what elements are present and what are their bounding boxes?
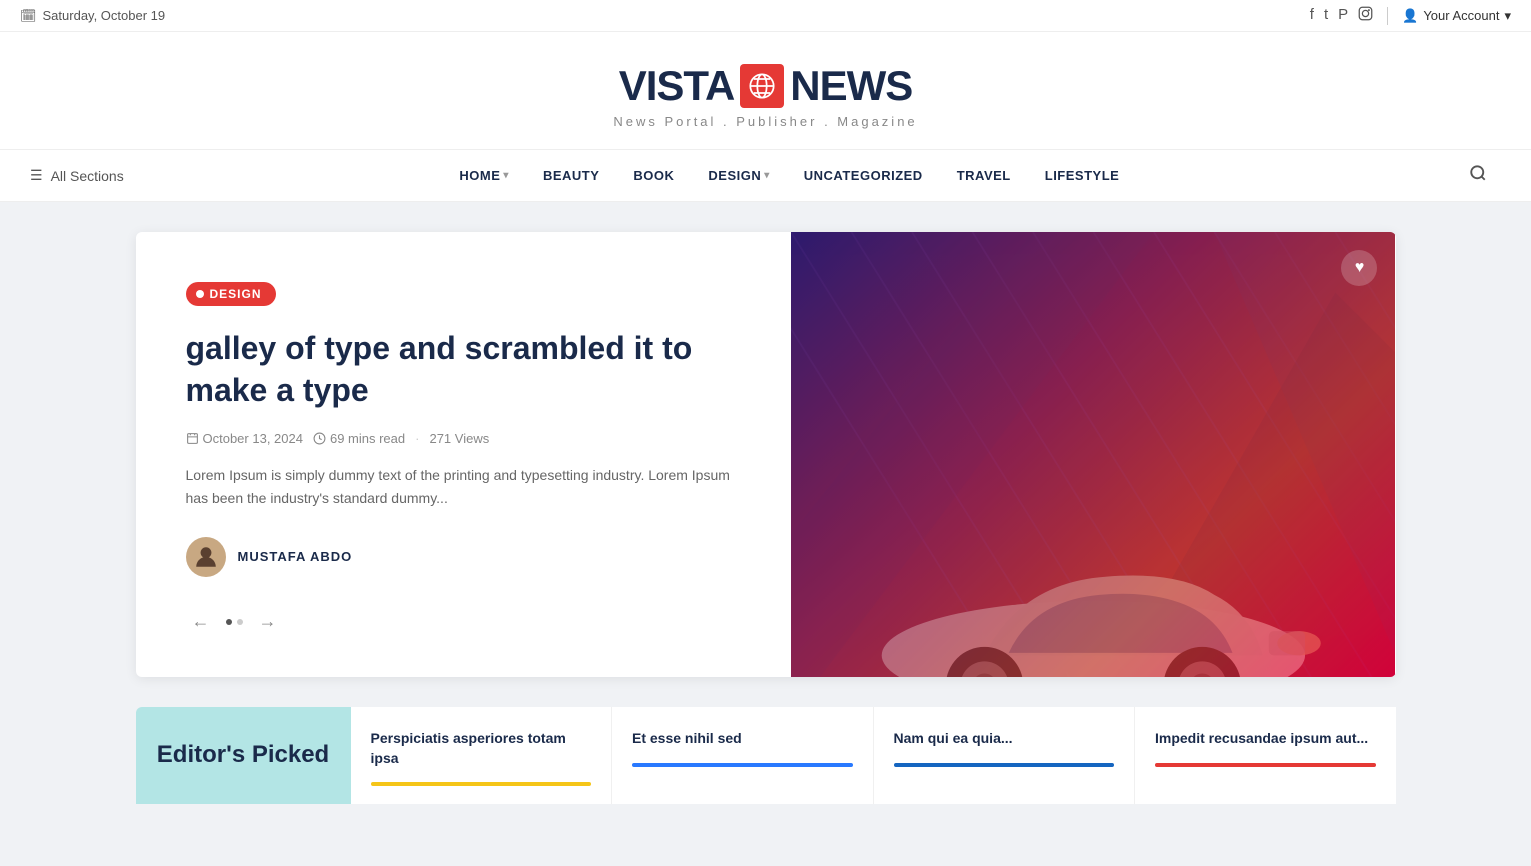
category-badge[interactable]: DESIGN: [186, 282, 276, 306]
twitter-icon[interactable]: t: [1324, 6, 1328, 25]
editors-items: Perspiciatis asperiores totam ipsa Et es…: [351, 707, 1396, 804]
logo-vista: VISTA: [619, 62, 735, 110]
featured-excerpt: Lorem Ipsum is simply dummy text of the …: [186, 464, 741, 509]
editors-item-3: Nam qui ea quia...: [874, 707, 1136, 804]
editors-item-1: Perspiciatis asperiores totam ipsa: [351, 707, 613, 804]
editors-item-2: Et esse nihil sed: [612, 707, 874, 804]
editors-item-4: Impedit recusandae ipsum aut...: [1135, 707, 1396, 804]
nav-item-travel[interactable]: TRAVEL: [941, 152, 1027, 199]
author-row: MUSTAFA ABDO: [186, 537, 741, 577]
editors-item-title-2: Et esse nihil sed: [632, 729, 853, 749]
nav-center: HOME ▾ BEAUTY BOOK DESIGN ▾ UNCATEGORIZE…: [443, 152, 1135, 199]
nav-label-home: HOME: [459, 168, 500, 183]
nav-item-beauty[interactable]: BEAUTY: [527, 152, 615, 199]
all-sections-button[interactable]: ☰ All Sections: [30, 153, 124, 198]
featured-card: DESIGN galley of type and scrambled it t…: [136, 232, 1396, 677]
top-bar-right: f t P 👤 Your Account ▾: [1310, 6, 1511, 25]
main-content: DESIGN galley of type and scrambled it t…: [116, 232, 1416, 804]
logo-globe-box: [740, 64, 784, 108]
meta-read-time: 69 mins read: [313, 431, 405, 446]
user-icon: 👤: [1402, 8, 1418, 24]
slider-controls: ← →: [186, 607, 741, 637]
featured-image-side: ♥: [791, 232, 1396, 677]
nav-bar: ☰ All Sections HOME ▾ BEAUTY BOOK DESIGN…: [0, 149, 1531, 202]
nav-item-uncategorized[interactable]: UNCATEGORIZED: [788, 152, 939, 199]
editors-item-bar-4: [1155, 763, 1376, 767]
editors-item-bar-2: [632, 763, 853, 767]
slider-next-button[interactable]: →: [253, 607, 283, 637]
all-sections-label: All Sections: [51, 168, 124, 184]
divider: [1387, 7, 1388, 25]
nav-label-beauty: BEAUTY: [543, 168, 599, 183]
nav-item-book[interactable]: BOOK: [617, 152, 690, 199]
instagram-icon[interactable]: [1358, 6, 1373, 25]
author-name: MUSTAFA ABDO: [238, 549, 353, 564]
editors-item-title-3: Nam qui ea quia...: [894, 729, 1115, 749]
featured-meta: October 13, 2024 69 mins read · 271 View…: [186, 431, 741, 446]
social-icons: f t P: [1310, 6, 1373, 25]
logo[interactable]: VISTA NEWS: [619, 62, 913, 110]
facebook-icon[interactable]: f: [1310, 6, 1314, 25]
editors-item-title-1: Perspiciatis asperiores totam ipsa: [371, 729, 592, 768]
top-bar-left: 🗓 Saturday, October 19: [20, 8, 165, 24]
pinterest-icon[interactable]: P: [1338, 6, 1348, 25]
account-chevron: ▾: [1504, 8, 1511, 24]
logo-news: NEWS: [790, 62, 912, 110]
nav-label-design: DESIGN: [708, 168, 761, 183]
nav-item-home[interactable]: HOME ▾: [443, 152, 525, 199]
editors-picked-title: Editor's Picked: [157, 741, 329, 770]
nav-item-design[interactable]: DESIGN ▾: [692, 152, 785, 199]
editors-item-bar-3: [894, 763, 1115, 767]
chevron-down-icon: ▾: [503, 170, 509, 181]
editors-section: Editor's Picked Perspiciatis asperiores …: [136, 707, 1396, 804]
category-label: DESIGN: [210, 287, 262, 301]
account-button[interactable]: 👤 Your Account ▾: [1402, 8, 1511, 24]
hamburger-icon: ☰: [30, 167, 43, 184]
date-label: Saturday, October 19: [43, 8, 166, 23]
featured-text-side: DESIGN galley of type and scrambled it t…: [136, 232, 791, 677]
meta-sep: ·: [415, 431, 419, 446]
meta-date: October 13, 2024: [186, 431, 303, 446]
top-bar: 🗓 Saturday, October 19 f t P 👤 Your Acco…: [0, 0, 1531, 32]
badge-dot: [196, 290, 204, 298]
dot-2[interactable]: [237, 619, 243, 625]
nav-label-travel: TRAVEL: [957, 168, 1011, 183]
nav-label-lifestyle: LIFESTYLE: [1045, 168, 1120, 183]
date-text: October 13, 2024: [203, 431, 303, 446]
search-button[interactable]: [1455, 150, 1501, 201]
calendar-icon: 🗓: [20, 8, 37, 24]
avatar: [186, 537, 226, 577]
editors-item-bar-1: [371, 782, 592, 786]
views-text: 271 Views: [429, 431, 489, 446]
chevron-down-icon-2: ▾: [764, 170, 770, 181]
heart-icon: ♥: [1355, 259, 1365, 277]
site-header: VISTA NEWS News Portal . Publisher . Mag…: [0, 32, 1531, 149]
editors-item-title-4: Impedit recusandae ipsum aut...: [1155, 729, 1376, 749]
nav-label-uncategorized: UNCATEGORIZED: [804, 168, 923, 183]
nav-item-lifestyle[interactable]: LIFESTYLE: [1029, 152, 1136, 199]
slider-dots: [226, 619, 243, 625]
featured-title: galley of type and scrambled it to make …: [186, 328, 741, 411]
logo-tagline: News Portal . Publisher . Magazine: [20, 114, 1511, 129]
dot-1[interactable]: [226, 619, 232, 625]
slider-prev-button[interactable]: ←: [186, 607, 216, 637]
account-label: Your Account: [1423, 8, 1499, 23]
nav-label-book: BOOK: [633, 168, 674, 183]
read-time-text: 69 mins read: [330, 431, 405, 446]
editors-picked-label: Editor's Picked: [136, 707, 351, 804]
